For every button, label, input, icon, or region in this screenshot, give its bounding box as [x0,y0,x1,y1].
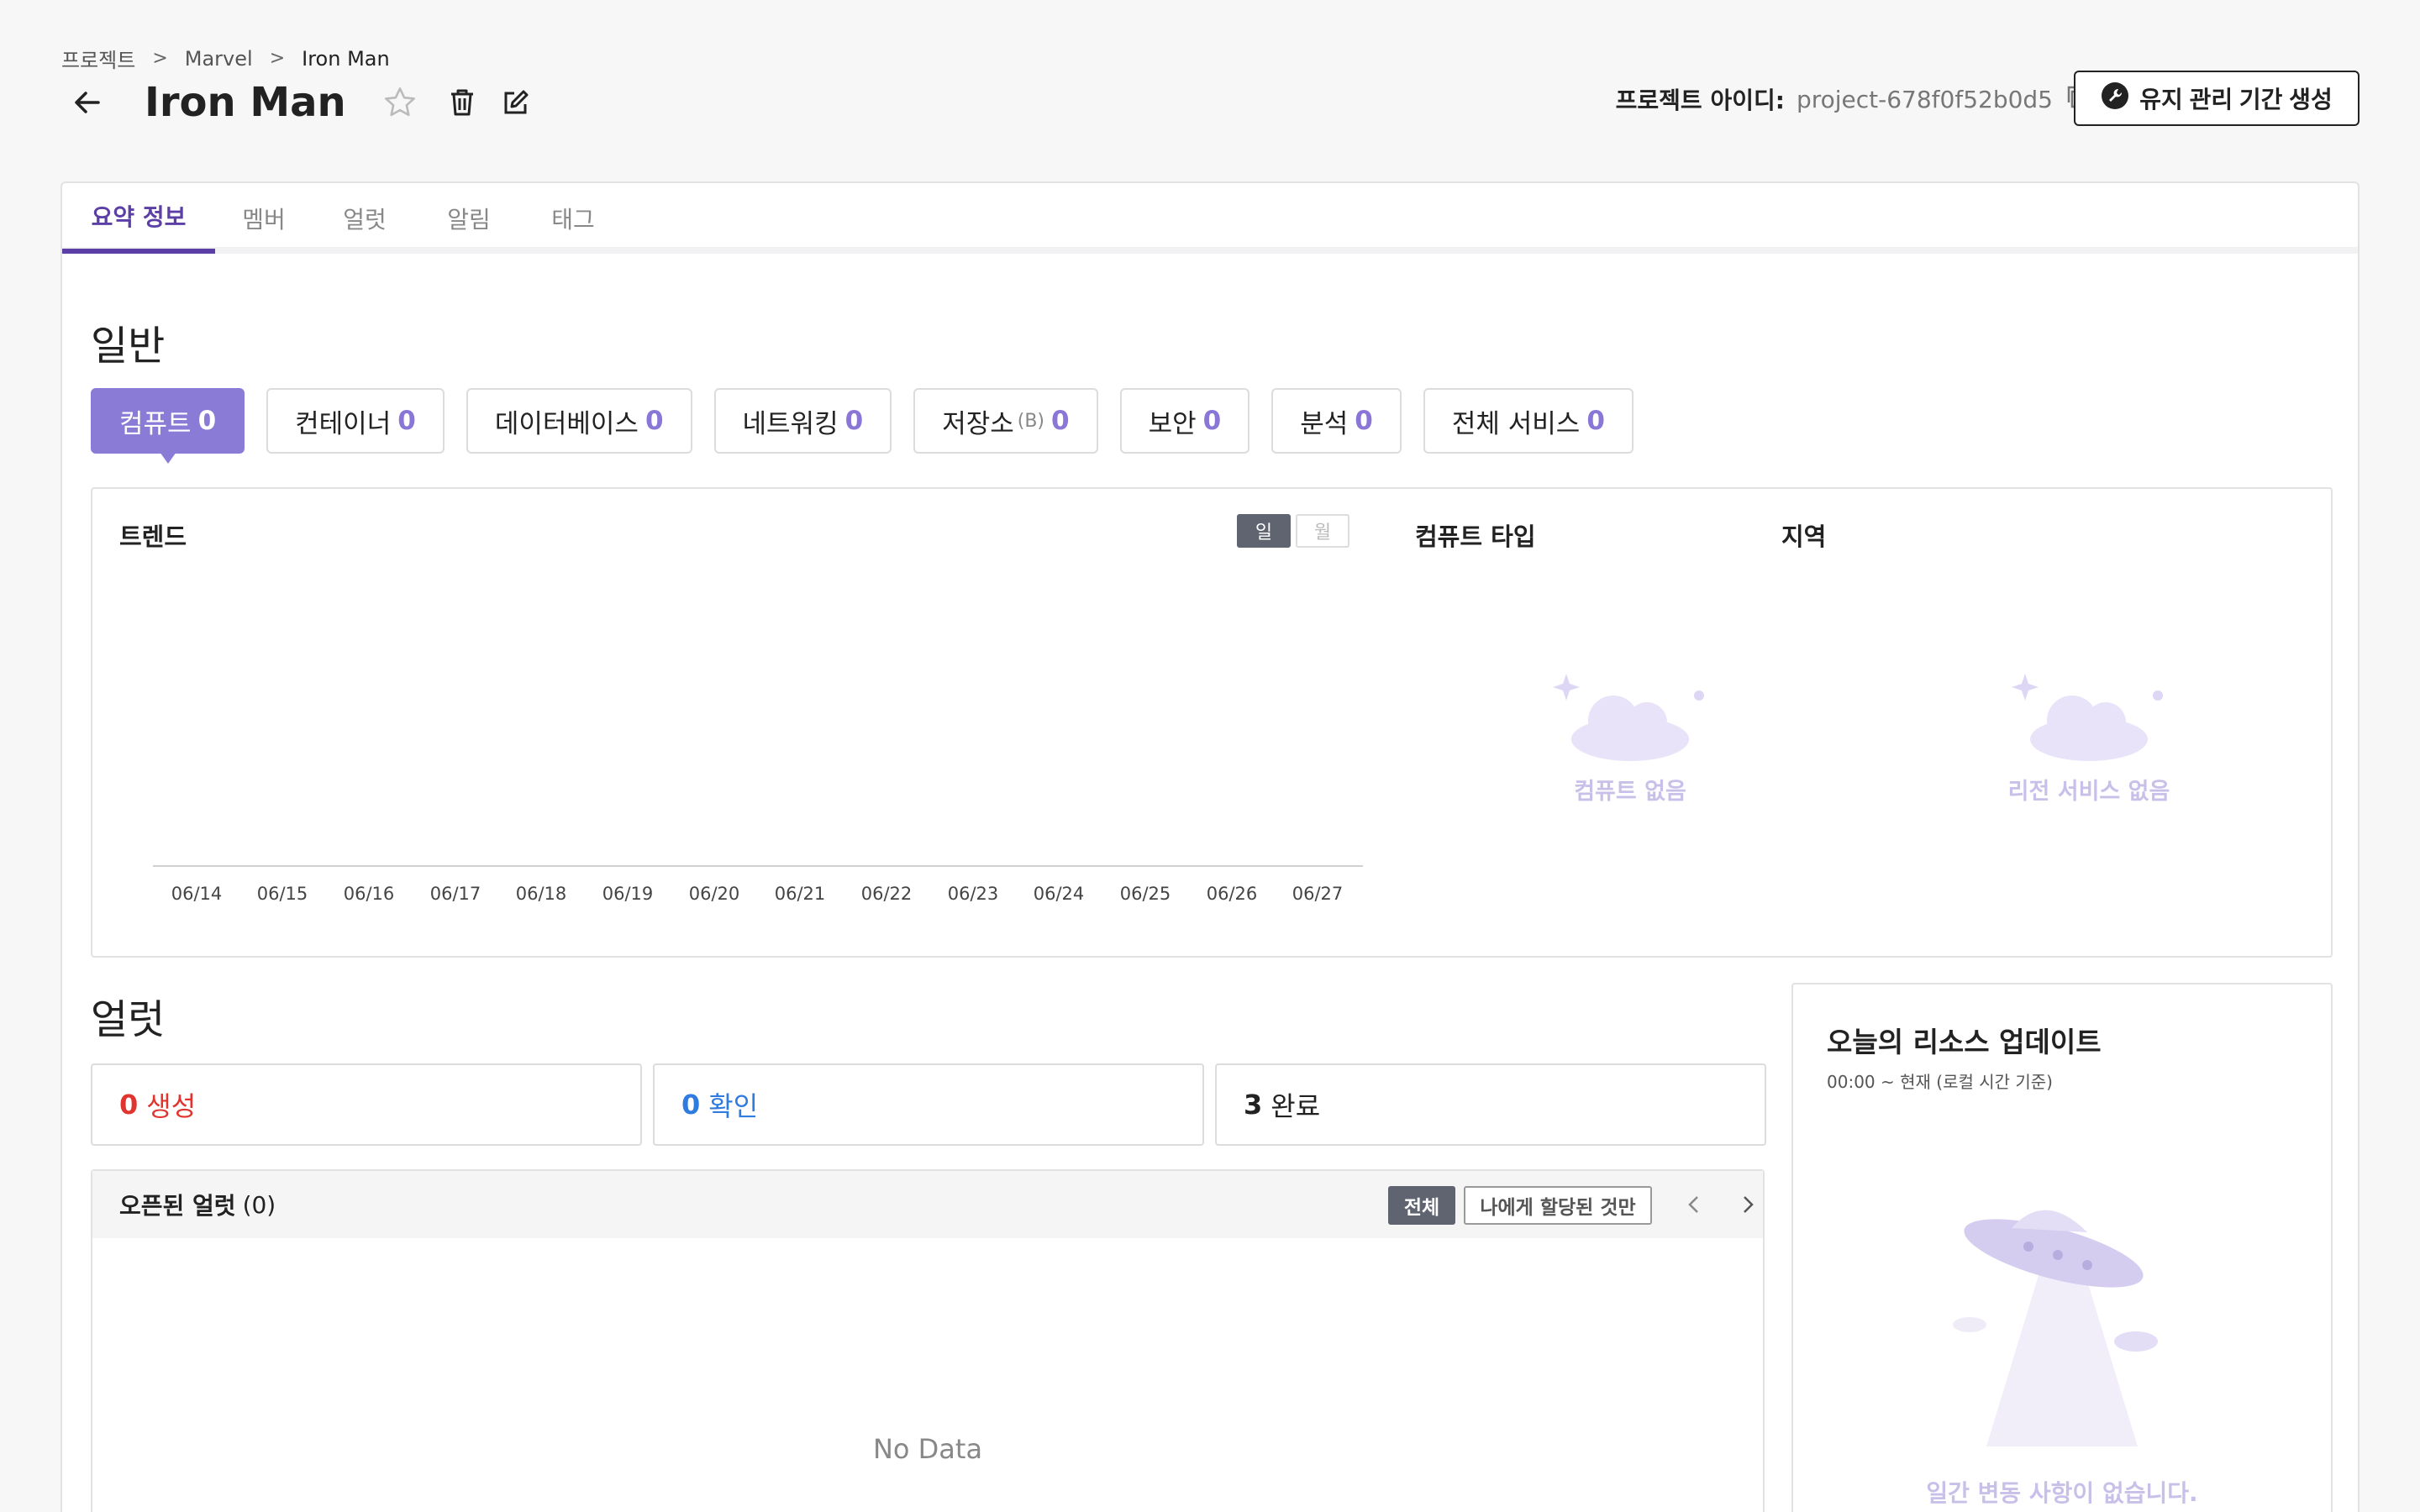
category-container[interactable]: 컨테이너 0 [266,388,445,454]
open-alerts-panel: 오픈된 얼럿 (0) 전체 나에게 할당된 것만 No Data [91,1169,1765,1512]
x-tick: 06/23 [947,884,999,904]
tab-tags[interactable]: 태그 [521,183,625,254]
alert-created-label: 생성 [146,1090,197,1122]
x-tick: 06/25 [1119,884,1171,904]
alert-acknowledged-count: 0 [681,1089,701,1121]
resource-updates-panel: 오늘의 리소스 업데이트 00:00 ~ 현재 (로컬 시간 기준) 일간 변동… [1791,983,2333,1512]
breadcrumb-root[interactable]: 프로젝트 [61,44,135,73]
compute-type-title: 컴퓨트 타입 [1415,522,1536,551]
compute-empty-text: 컴퓨트 없음 [1574,779,1686,805]
trend-title: 트렌드 [119,522,187,551]
wrench-icon [2101,81,2129,116]
alert-resolved-count: 3 [1244,1089,1263,1121]
edit-icon[interactable] [496,82,536,123]
general-section-title: 일반 [91,323,166,370]
toggle-day[interactable]: 일 [1237,514,1291,548]
filter-mine-button[interactable]: 나에게 할당된 것만 [1464,1186,1652,1225]
alert-acknowledged-card[interactable]: 0 확인 [653,1063,1204,1146]
x-tick: 06/22 [860,884,913,904]
title-row: Iron Man [67,74,536,131]
x-tick: 06/15 [256,884,308,904]
toggle-month[interactable]: 월 [1296,514,1349,548]
breadcrumb: 프로젝트 > Marvel > Iron Man [61,44,390,73]
category-analytics[interactable]: 분석 0 [1271,388,1402,454]
open-alerts-count: (0) [242,1190,276,1219]
cloud-illustration-icon [2012,674,2163,761]
region-title: 지역 [1781,522,1827,551]
star-icon[interactable] [380,82,420,123]
overview-panel: 트렌드 일 월 06/14 06/15 06/16 06/17 06/18 06… [91,487,2333,958]
open-alerts-title: 오픈된 얼럿 [119,1192,236,1220]
create-maintenance-label: 유지 관리 기간 생성 [2139,87,2333,113]
chevron-right-icon: > [269,48,286,69]
alerts-section-title: 얼럿 [91,996,166,1043]
category-tabs: 컴퓨트 0 컨테이너 0 데이터베이스 0 네트워킹 0 저장소 (B) 0 보안 0 분석 0… [91,388,1634,464]
category-security[interactable]: 보안 0 [1119,388,1250,454]
ufo-illustration-icon [1953,1210,2158,1446]
tab-notifications[interactable]: 알림 [417,183,521,254]
filter-all-button[interactable]: 전체 [1388,1186,1455,1225]
resource-updates-subtitle: 00:00 ~ 현재 (로컬 시간 기준) [1827,1072,2053,1092]
open-alerts-header: 오픈된 얼럿 (0) 전체 나에게 할당된 것만 [92,1171,1763,1238]
x-tick: 06/18 [515,884,567,904]
x-tick: 06/21 [774,884,826,904]
region-empty-text: 리전 서비스 없음 [2007,779,2170,805]
trash-icon[interactable] [442,82,482,123]
alert-acknowledged-label: 확인 [708,1090,759,1122]
main-card: 요약 정보 멤버 얼럿 알림 태그 일반 컴퓨트 0 컨테이너 0 데이터베이스 0 … [60,181,2360,1512]
alert-created-card[interactable]: 0 생성 [91,1063,642,1146]
breadcrumb-current: Iron Man [302,46,390,71]
category-compute[interactable]: 컴퓨트 0 [91,388,245,464]
project-id-label: 프로젝트 아이디: [1615,87,1785,114]
chevron-right-icon[interactable] [1731,1188,1765,1221]
tab-bar: 요약 정보 멤버 얼럿 알림 태그 [62,183,2358,254]
alert-created-count: 0 [119,1089,139,1121]
breadcrumb-group[interactable]: Marvel [185,47,253,71]
tab-summary[interactable]: 요약 정보 [62,183,215,254]
x-tick: 06/27 [1292,884,1344,904]
trend-x-axis [153,865,1363,867]
category-database[interactable]: 데이터베이스 0 [466,388,692,454]
tab-members[interactable]: 멤버 [215,183,313,254]
resource-updates-title: 오늘의 리소스 업데이트 [1827,1026,2102,1058]
project-id-value: project-678f0f52b0d5 [1796,85,2053,113]
x-tick: 06/20 [688,884,740,904]
no-data-text: No Data [872,1433,983,1465]
alert-resolved-card[interactable]: 3 완료 [1215,1063,1766,1146]
back-arrow-icon[interactable] [67,82,108,123]
tab-alerts[interactable]: 얼럿 [313,183,417,254]
alert-resolved-label: 완료 [1270,1090,1321,1122]
category-all-services[interactable]: 전체 서비스 0 [1423,388,1634,454]
x-tick: 06/14 [171,884,223,904]
cloud-illustration-icon [1553,674,1704,761]
category-storage[interactable]: 저장소 (B) 0 [913,388,1098,454]
region-empty-state: 리전 서비스 없음 [1963,670,2215,806]
chevron-right-icon: > [152,48,168,69]
x-tick: 06/24 [1033,884,1085,904]
x-tick: 06/17 [429,884,481,904]
resource-updates-empty-text: 일간 변동 사항이 없습니다. [1926,1479,2198,1507]
category-networking[interactable]: 네트워킹 0 [713,388,892,454]
x-tick: 06/16 [343,884,395,904]
x-tick: 06/26 [1206,884,1258,904]
chevron-left-icon[interactable] [1677,1188,1711,1221]
compute-empty-state: 컴퓨트 없음 [1504,670,1756,806]
page-title: Iron Man [145,79,346,126]
create-maintenance-button[interactable]: 유지 관리 기간 생성 [2074,71,2360,126]
project-id: 프로젝트 아이디: project-678f0f52b0d5 [1616,81,2088,118]
x-tick: 06/19 [602,884,654,904]
